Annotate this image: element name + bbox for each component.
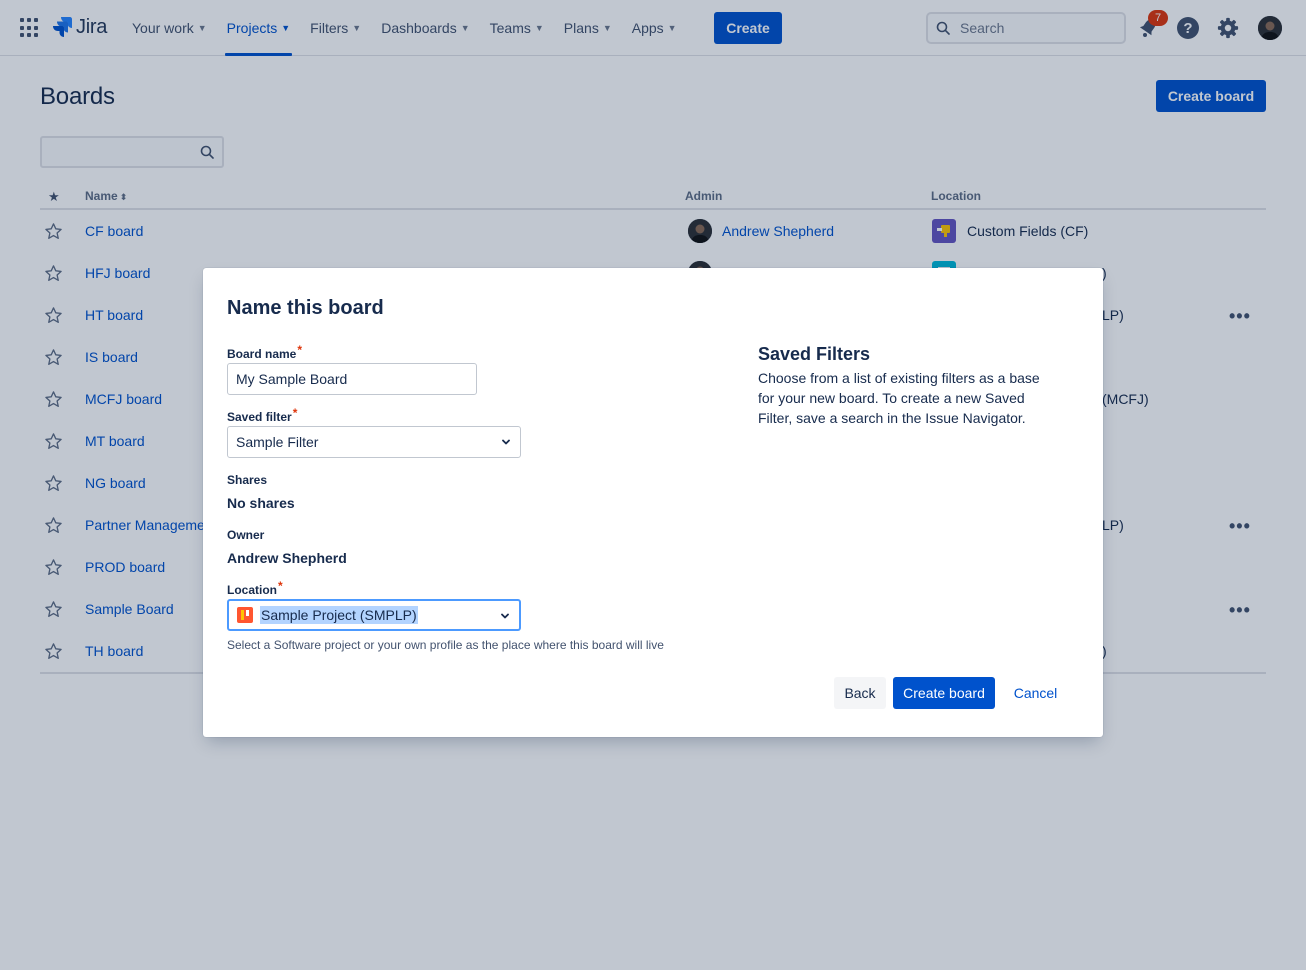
back-button[interactable]: Back [834,677,886,709]
owner-value: Andrew Shepherd [227,550,347,566]
shares-value: No shares [227,495,295,511]
board-name-label-text: Board name [227,347,297,361]
saved-filter-value: Sample Filter [236,434,319,450]
location-value: Sample Project (SMPLP) [260,606,418,624]
location-hint: Select a Software project or your own pr… [227,638,664,652]
required-marker: * [292,406,298,420]
saved-filter-label-text: Saved filter [227,410,292,424]
board-name-value: My Sample Board [236,371,348,387]
chevron-down-icon [502,439,510,445]
project-smplp-icon [237,607,253,623]
chevron-down-icon [501,613,509,619]
name-board-dialog: Name this board Board name* My Sample Bo… [203,268,1103,737]
saved-filters-heading: Saved Filters [758,344,871,364]
location-label-text: Location [227,583,277,597]
saved-filter-select[interactable]: Sample Filter [227,426,521,458]
owner-label: Owner [227,528,265,542]
cancel-button[interactable]: Cancel [1003,677,1068,709]
board-name-field[interactable]: My Sample Board [227,363,477,395]
create-board-submit-button[interactable]: Create board [893,677,995,709]
shares-label: Shares [227,473,268,487]
saved-filter-label: Saved filter* [227,406,297,424]
board-name-label: Board name* [227,343,302,361]
location-label: Location* [227,579,283,597]
saved-filters-description: Choose from a list of existing filters a… [758,370,1040,426]
dialog-title: Name this board [227,297,384,319]
required-marker: * [297,343,303,357]
location-select[interactable]: Sample Project (SMPLP) [227,599,521,631]
required-marker: * [278,579,283,593]
